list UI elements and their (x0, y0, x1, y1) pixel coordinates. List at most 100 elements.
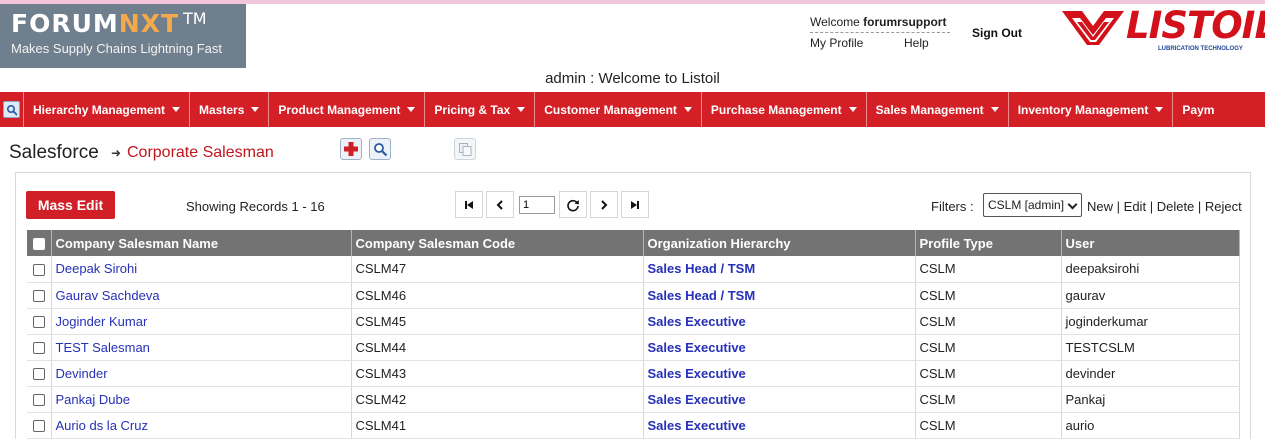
chevron-down-icon (990, 107, 999, 112)
listoil-wings-icon (1062, 11, 1124, 45)
column-header-profile-type[interactable]: Profile Type (915, 230, 1062, 256)
user-name: aurio (1061, 412, 1240, 439)
organization-hierarchy: Sales Executive (643, 334, 916, 361)
plus-icon (344, 142, 358, 156)
add-button[interactable] (340, 138, 362, 160)
last-page-icon (631, 200, 639, 209)
salesman-name-link[interactable]: Joginder Kumar (56, 314, 148, 329)
nav-hierarchy-management[interactable]: Hierarchy Management (24, 92, 191, 127)
logo-name-accent: NXT (118, 9, 180, 38)
organization-hierarchy: Sales Executive (643, 412, 916, 439)
user-name: deepaksirohi (1061, 256, 1240, 283)
select-all-checkbox[interactable] (32, 238, 45, 251)
row-checkbox[interactable] (32, 420, 45, 433)
prev-page-icon (496, 199, 503, 210)
chevron-down-icon (848, 107, 857, 112)
salesman-code: CSLM43 (351, 360, 644, 387)
new-link[interactable]: New (1087, 199, 1113, 214)
refresh-button[interactable] (559, 191, 587, 218)
user-name: Pankaj (1061, 386, 1240, 413)
user-name: gaurav (1061, 282, 1240, 309)
welcome-banner: admin : Welcome to Listoil (545, 70, 720, 87)
salesman-name-link[interactable]: Pankaj Dube (56, 392, 130, 407)
delete-link[interactable]: Delete (1157, 199, 1195, 214)
nav-inventory-management[interactable]: Inventory Management (1009, 92, 1174, 127)
nav-pricing-tax[interactable]: Pricing & Tax (425, 92, 536, 127)
first-page-icon (465, 200, 473, 209)
user-name: TESTCSLM (1061, 334, 1240, 361)
sign-out-link[interactable]: Sign Out (972, 26, 1022, 40)
profile-type: CSLM (915, 308, 1062, 335)
chevron-down-icon (683, 107, 692, 112)
row-checkbox[interactable] (32, 342, 45, 355)
nav-search-button[interactable] (0, 92, 24, 127)
logo-name-main: FORUM (11, 9, 119, 38)
salesman-name-link[interactable]: Deepak Sirohi (56, 261, 138, 276)
table-row: Joginder Kumar CSLM45 Sales Executive CS… (27, 308, 1240, 335)
chevron-down-icon (251, 107, 260, 112)
select-all-cell (27, 230, 52, 256)
last-page-button[interactable] (621, 191, 649, 218)
records-count: Showing Records 1 - 16 (186, 199, 325, 214)
user-name: joginderkumar (1061, 308, 1240, 335)
salesman-table: Company Salesman Name Company Salesman C… (27, 230, 1240, 439)
filter-dropdown[interactable]: CSLM [admin] (983, 193, 1082, 217)
page-number-input[interactable] (519, 195, 555, 214)
copy-icon (458, 142, 471, 156)
prev-page-button[interactable] (486, 191, 514, 218)
row-checkbox[interactable] (32, 290, 45, 303)
organization-hierarchy: Sales Head / TSM (643, 282, 916, 309)
welcome-prefix: Welcome (810, 15, 860, 29)
username: forumrsupport (863, 15, 947, 29)
chevron-down-icon (172, 107, 181, 112)
table-row: Aurio ds la Cruz CSLM41 Sales Executive … (27, 412, 1240, 439)
row-checkbox[interactable] (32, 368, 45, 381)
next-page-button[interactable] (590, 191, 618, 218)
salesman-code: CSLM45 (351, 308, 644, 335)
row-checkbox[interactable] (32, 263, 45, 276)
row-checkbox[interactable] (32, 316, 45, 329)
salesman-code: CSLM42 (351, 386, 644, 413)
chevron-down-icon (1067, 199, 1078, 210)
salesman-code: CSLM46 (351, 282, 644, 309)
salesman-name-link[interactable]: Aurio ds la Cruz (56, 418, 148, 433)
mass-edit-button[interactable]: Mass Edit (26, 191, 115, 219)
copy-button[interactable] (454, 138, 476, 160)
salesman-code: CSLM41 (351, 412, 644, 439)
organization-hierarchy: Sales Executive (643, 386, 916, 413)
edit-link[interactable]: Edit (1124, 199, 1146, 214)
nav-sales-management[interactable]: Sales Management (867, 92, 1009, 127)
breadcrumb-arrow-icon: ➜ (111, 146, 122, 160)
help-link[interactable]: Help (904, 36, 929, 50)
column-header-name[interactable]: Company Salesman Name (51, 230, 352, 256)
pager (455, 191, 652, 218)
forumnxt-logo: FORUMNXT TM Makes Supply Chains Lightning… (0, 4, 246, 68)
row-checkbox[interactable] (32, 394, 45, 407)
nav-payments[interactable]: Paym (1173, 92, 1223, 127)
profile-type: CSLM (915, 256, 1062, 283)
salesman-name-link[interactable]: TEST Salesman (56, 340, 150, 355)
logo-tagline: Makes Supply Chains Lightning Fast (11, 41, 223, 56)
chevron-down-icon (1155, 107, 1164, 112)
search-button[interactable] (369, 138, 391, 160)
salesman-name-link[interactable]: Devinder (56, 366, 108, 381)
my-profile-link[interactable]: My Profile (810, 36, 863, 50)
nav-customer-management[interactable]: Customer Management (535, 92, 702, 127)
nav-product-management[interactable]: Product Management (269, 92, 426, 127)
filter-selected-value: CSLM [admin] (988, 198, 1065, 212)
reject-link[interactable]: Reject (1205, 199, 1242, 214)
nav-masters[interactable]: Masters (190, 92, 270, 127)
first-page-button[interactable] (455, 191, 483, 218)
column-header-code[interactable]: Company Salesman Code (351, 230, 644, 256)
listoil-tagline: LUBRICATION TECHNOLOGY (1158, 46, 1243, 52)
chevron-down-icon (517, 107, 526, 112)
table-row: TEST Salesman CSLM44 Sales Executive CSL… (27, 334, 1240, 361)
table-row: Devinder CSLM43 Sales Executive CSLM dev… (27, 360, 1240, 387)
column-header-organization[interactable]: Organization Hierarchy (643, 230, 916, 256)
salesman-name-link[interactable]: Gaurav Sachdeva (56, 288, 160, 303)
breadcrumb-current: Corporate Salesman (127, 144, 274, 161)
organization-hierarchy: Sales Head / TSM (643, 256, 916, 283)
chevron-down-icon (407, 107, 416, 112)
column-header-user[interactable]: User (1061, 230, 1240, 256)
nav-purchase-management[interactable]: Purchase Management (702, 92, 867, 127)
